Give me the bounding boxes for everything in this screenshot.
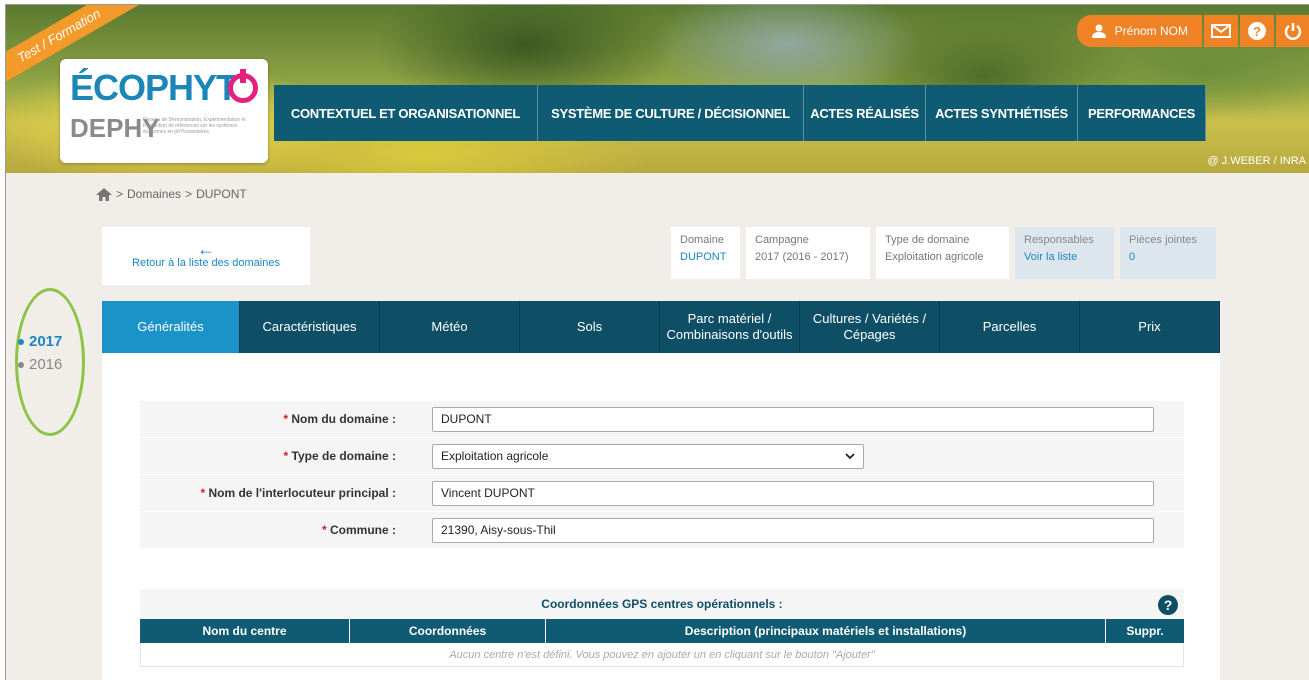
- tab-label: Météo: [431, 319, 468, 334]
- nav-contextuel[interactable]: CONTEXTUEL ET ORGANISATIONNEL: [274, 85, 538, 141]
- commune-input[interactable]: 21390, Aisy-sous-Thil: [432, 517, 1154, 543]
- tab-label: Sols: [576, 319, 603, 334]
- tab-prix[interactable]: Prix: [1080, 301, 1220, 353]
- col-nom-centre: Nom du centre: [140, 619, 350, 643]
- pieces-jointes-count[interactable]: 0: [1129, 251, 1207, 263]
- app-frame: Test / Formation ÉCOPHYT DEPHY Réseau de…: [5, 4, 1309, 680]
- col-coordonnees: Coordonnées: [350, 619, 546, 643]
- logo-power-o-icon: [228, 69, 258, 103]
- gps-help-icon[interactable]: ?: [1158, 595, 1178, 615]
- info-value: Exploitation agricole: [885, 251, 984, 263]
- info-label: Responsables: [1024, 234, 1094, 246]
- info-value: 2017 (2016 - 2017): [755, 251, 849, 263]
- tab-label: Prix: [1138, 319, 1161, 334]
- breadcrumb-sep: >: [116, 187, 124, 201]
- nav-actes-realises[interactable]: ACTES RÉALISÉS: [804, 85, 926, 141]
- help-button[interactable]: ?: [1240, 15, 1274, 47]
- tab-label: Cultures / Variétés / Cépages: [812, 311, 927, 342]
- chevron-down-icon: [845, 452, 855, 459]
- arrow-left-icon: ←: [197, 239, 215, 259]
- tab-caracteristiques[interactable]: Caractéristiques: [240, 301, 380, 353]
- domain-tabs: Généralités Caractéristiques Météo Sols …: [102, 301, 1220, 363]
- mail-button[interactable]: [1204, 15, 1238, 47]
- bullet-icon: [18, 338, 24, 345]
- tab-meteo[interactable]: Météo: [380, 301, 520, 353]
- ecophyto-logo[interactable]: ÉCOPHYT DEPHY Réseau de Démonstration, E…: [60, 59, 268, 163]
- mail-icon: [1211, 24, 1231, 38]
- form-row-nom: * Nom du domaine : DUPONT: [140, 401, 1184, 438]
- tab-generalites[interactable]: Généralités: [102, 301, 240, 363]
- power-icon: [1284, 23, 1302, 40]
- user-menu-button[interactable]: Prénom NOM: [1076, 15, 1202, 47]
- user-name: Prénom NOM: [1114, 24, 1188, 38]
- info-label: Type de domaine: [885, 234, 970, 246]
- domain-form: * Nom du domaine : DUPONT * Type de doma…: [140, 401, 1184, 549]
- info-pieces-jointes: Pièces jointes 0: [1120, 227, 1216, 279]
- help-icon: ?: [1248, 22, 1266, 40]
- tab-label: Parc matériel / Combinaisons d'outils: [666, 311, 793, 342]
- user-toolbar: Prénom NOM ?: [1076, 15, 1309, 47]
- tab-label: Généralités: [137, 319, 204, 334]
- responsables-link[interactable]: Voir la liste: [1024, 251, 1105, 263]
- form-row-interlocuteur: * Nom de l'interlocuteur principal : Vin…: [140, 475, 1184, 512]
- nom-label: * Nom du domaine :: [283, 412, 396, 426]
- svg-text:?: ?: [1253, 24, 1261, 39]
- info-responsables: Responsables Voir la liste: [1015, 227, 1114, 279]
- tab-parcelles[interactable]: Parcelles: [940, 301, 1080, 353]
- info-campagne: Campagne 2017 (2016 - 2017): [746, 227, 870, 279]
- interlocuteur-input[interactable]: Vincent DUPONT: [432, 480, 1154, 506]
- tab-cultures[interactable]: Cultures / Variétés / Cépages: [800, 301, 940, 353]
- home-icon[interactable]: [96, 187, 112, 201]
- tab-label: Parcelles: [982, 319, 1037, 334]
- tab-parc-materiel[interactable]: Parc matériel / Combinaisons d'outils: [660, 301, 800, 353]
- nom-domaine-input[interactable]: DUPONT: [432, 406, 1154, 432]
- nav-systeme-culture[interactable]: SYSTÈME DE CULTURE / DÉCISIONNEL: [538, 85, 804, 141]
- gps-section: Coordonnées GPS centres opérationnels : …: [140, 589, 1184, 667]
- generalites-panel: * Nom du domaine : DUPONT * Type de doma…: [102, 353, 1220, 680]
- back-link-label: Retour à la liste des domaines: [132, 257, 280, 269]
- bullet-icon: [18, 361, 24, 368]
- breadcrumb-sep: >: [185, 187, 193, 201]
- form-row-type: * Type de domaine : Exploitation agricol…: [140, 438, 1184, 475]
- back-to-list-link[interactable]: ← Retour à la liste des domaines: [102, 227, 310, 285]
- logout-button[interactable]: [1276, 15, 1309, 47]
- gps-empty-message: Aucun centre n'est défini. Vous pouvez e…: [140, 643, 1184, 667]
- year-label: 2017: [29, 333, 63, 350]
- campaign-year-list: 2017 2016: [18, 333, 62, 379]
- user-icon: [1091, 24, 1106, 38]
- gps-title: Coordonnées GPS centres opérationnels : …: [140, 589, 1184, 619]
- tab-sols[interactable]: Sols: [520, 301, 660, 353]
- main-nav: CONTEXTUEL ET ORGANISATIONNEL SYSTÈME DE…: [274, 85, 1206, 141]
- col-suppr: Suppr.: [1126, 624, 1164, 638]
- col-description: Description (principaux matériels et ins…: [546, 619, 1106, 643]
- info-value: DUPONT: [680, 251, 727, 263]
- interlocuteur-label: * Nom de l'interlocuteur principal :: [200, 486, 396, 500]
- header-banner: Test / Formation ÉCOPHYT DEPHY Réseau de…: [6, 5, 1309, 173]
- nav-actes-synthetises[interactable]: ACTES SYNTHÉTISÉS: [926, 85, 1078, 141]
- logo-tagline: Réseau de Démonstration, Expérimentation…: [143, 117, 246, 135]
- select-value: Exploitation agricole: [441, 449, 549, 463]
- info-label: Campagne: [755, 234, 809, 246]
- nav-performances[interactable]: PERFORMANCES: [1078, 85, 1206, 141]
- logo-title: ÉCOPHYT: [70, 67, 238, 108]
- year-item-2017[interactable]: 2017: [18, 333, 62, 350]
- year-item-2016[interactable]: 2016: [18, 356, 62, 373]
- gps-table-header: Nom du centre Coordonnées Description (p…: [140, 619, 1184, 643]
- breadcrumb-current: DUPONT: [196, 187, 247, 201]
- photo-credit: @ J.WEBER / INRA: [1207, 155, 1306, 167]
- info-label: Pièces jointes: [1129, 234, 1197, 246]
- info-type-domaine: Type de domaine Exploitation agricole: [876, 227, 1009, 279]
- commune-label: * Commune :: [321, 523, 396, 537]
- info-domaine: Domaine DUPONT: [671, 227, 740, 279]
- info-label: Domaine: [680, 234, 725, 246]
- type-label: * Type de domaine :: [283, 449, 396, 463]
- breadcrumb-domaines[interactable]: Domaines: [127, 187, 181, 201]
- breadcrumb: > Domaines > DUPONT: [96, 187, 247, 201]
- form-row-commune: * Commune : 21390, Aisy-sous-Thil: [140, 512, 1184, 549]
- type-domaine-select[interactable]: Exploitation agricole: [432, 443, 864, 469]
- tab-label: Caractéristiques: [262, 319, 357, 334]
- year-label: 2016: [29, 356, 63, 373]
